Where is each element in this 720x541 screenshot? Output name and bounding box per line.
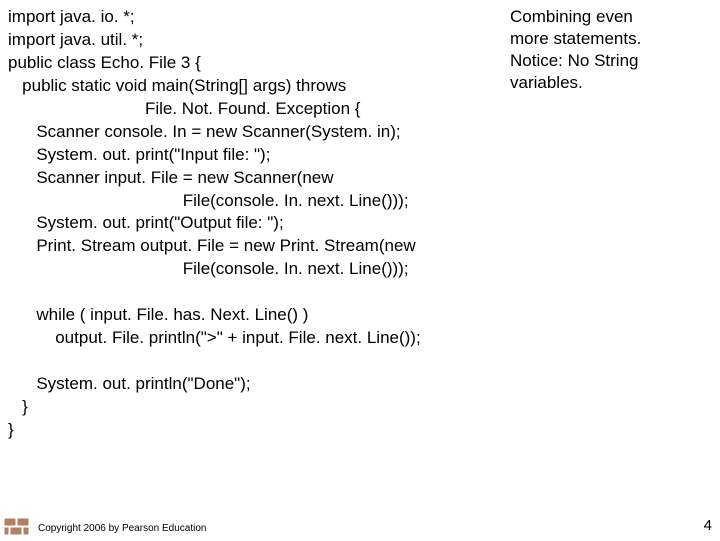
code-line: System. out. println("Done"); [8,374,251,393]
code-line: Scanner console. In = new Scanner(System… [8,122,401,141]
code-line: System. out. print("Input file: "); [8,145,270,164]
code-line: File(console. In. next. Line())); [8,259,409,278]
code-line: import java. util. *; [8,30,143,49]
code-line: public static void main(String[] args) t… [8,76,346,95]
copyright-text: Copyright 2006 by Pearson Education [38,523,206,534]
code-line: } [8,420,14,439]
code-line: File. Not. Found. Exception { [8,99,360,118]
page-number: 4 [704,517,712,534]
code-line: Scanner input. File = new Scanner(new [8,168,334,187]
code-line: while ( input. File. has. Next. Line() ) [8,305,308,324]
code-line: import java. io. *; [8,7,135,26]
annotation-line: variables. [510,72,682,94]
code-line: System. out. print("Output file: "); [8,213,284,232]
code-line: } [8,397,28,416]
code-line: public class Echo. File 3 { [8,53,201,72]
code-line: File(console. In. next. Line())); [8,191,409,210]
annotation-box: Combining even more statements. Notice: … [510,6,682,94]
annotation-line: Combining even [510,6,682,28]
annotation-line: Notice: No String [510,50,682,72]
code-line: output. File. println(">" + input. File.… [8,328,421,347]
brick-icon [4,518,30,536]
annotation-line: more statements. [510,28,682,50]
code-block: import java. io. *; import java. util. *… [8,6,421,442]
code-line: Print. Stream output. File = new Print. … [8,236,416,255]
